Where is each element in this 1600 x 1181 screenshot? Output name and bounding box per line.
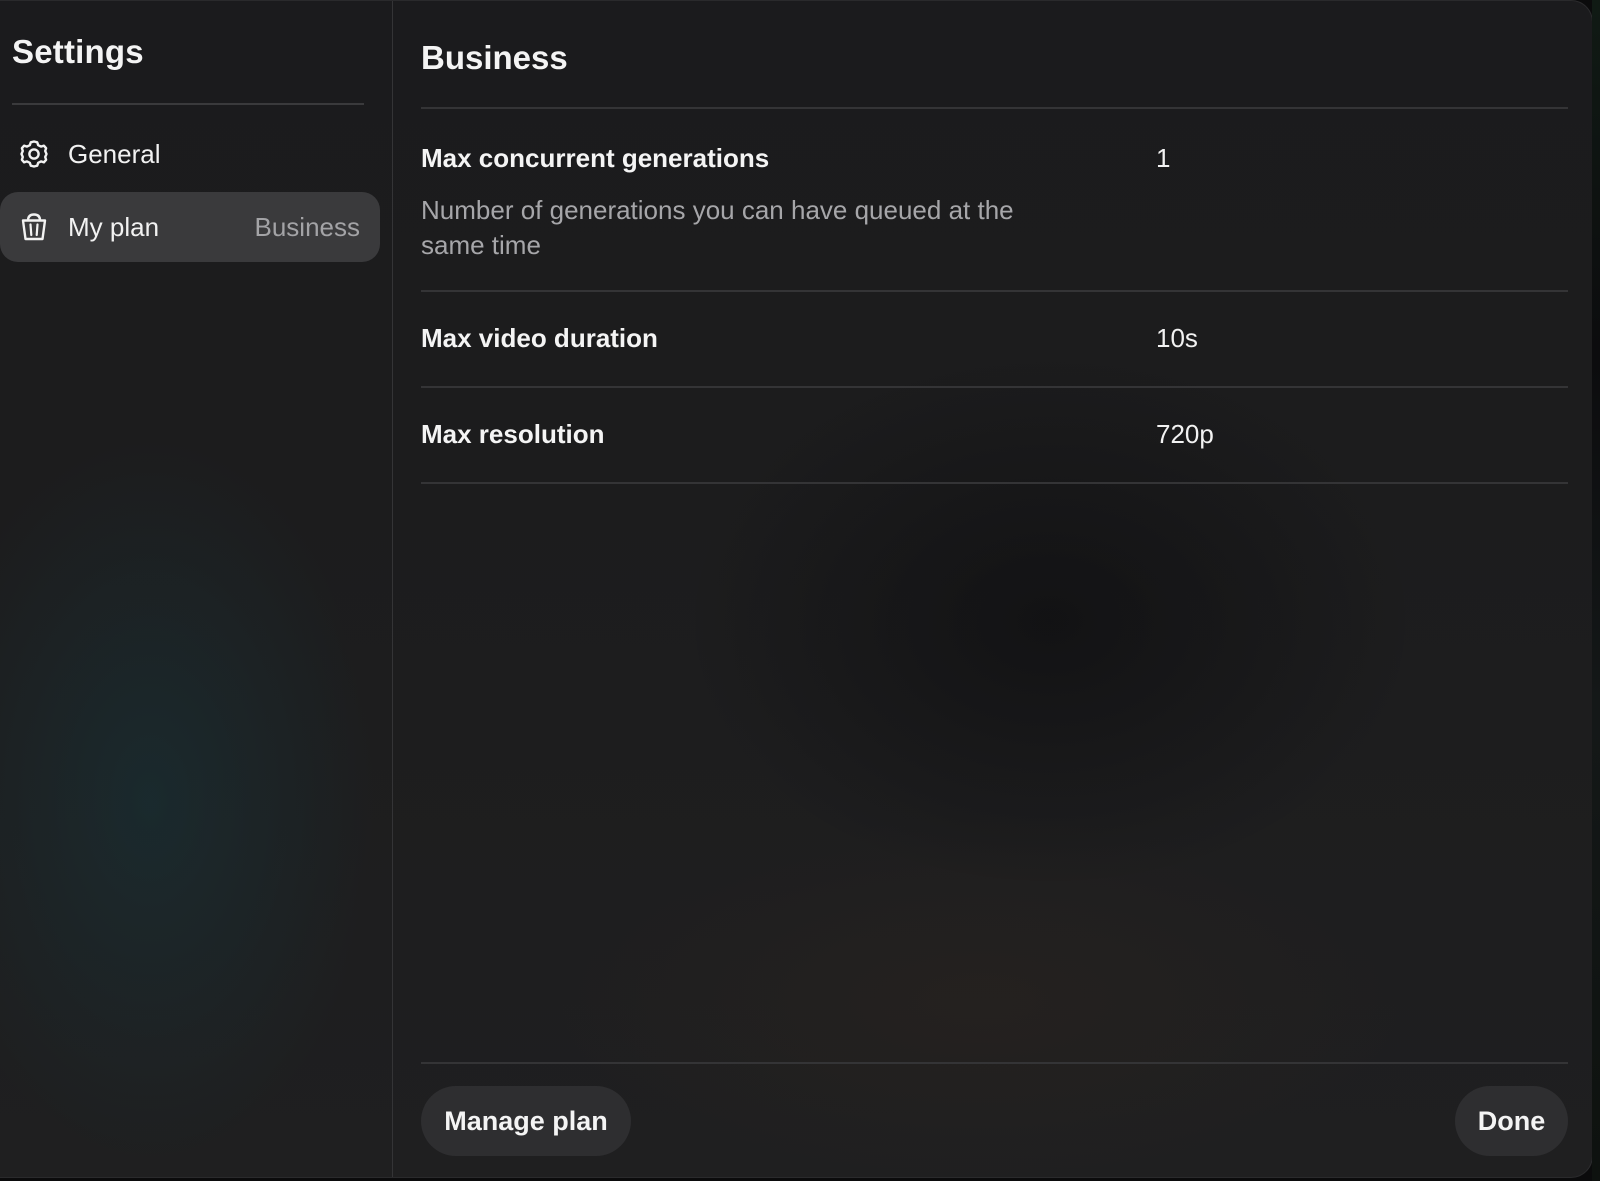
background-edge [1592,0,1600,1181]
sidebar-item-label: My plan [68,211,160,242]
plan-details-panel: Business Max concurrent generations 1 Nu… [421,1,1569,1177]
sidebar-item-my-plan[interactable]: My plan Business [0,192,380,262]
footer-divider [421,1062,1568,1064]
row-value-concurrent: 1 [1156,143,1171,173]
sidebar-item-general[interactable]: General [0,119,380,189]
settings-dialog: Settings General My plan Business Busine… [0,0,1593,1178]
row-value-duration: 10s [1156,323,1198,353]
row-label-resolution: Max resolution [421,419,605,449]
sidebar-item-label: General [68,138,161,169]
sidebar-title: Settings [12,33,144,70]
divider [421,482,1568,484]
done-button[interactable]: Done [1455,1086,1568,1156]
divider [421,290,1568,292]
gear-icon [18,138,50,170]
row-label-concurrent: Max concurrent generations [421,143,770,173]
manage-plan-button[interactable]: Manage plan [421,1086,631,1156]
settings-sidebar: Settings General My plan Business [0,1,393,1177]
divider [421,107,1568,109]
row-description-concurrent: Number of generations you can have queue… [421,195,1014,260]
divider [421,386,1568,388]
basket-icon [18,211,50,243]
plan-badge: Business [254,211,361,242]
row-label-duration: Max video duration [421,323,658,353]
page-title: Business [421,39,568,76]
row-value-resolution: 720p [1156,419,1214,449]
sidebar-divider [12,103,364,105]
